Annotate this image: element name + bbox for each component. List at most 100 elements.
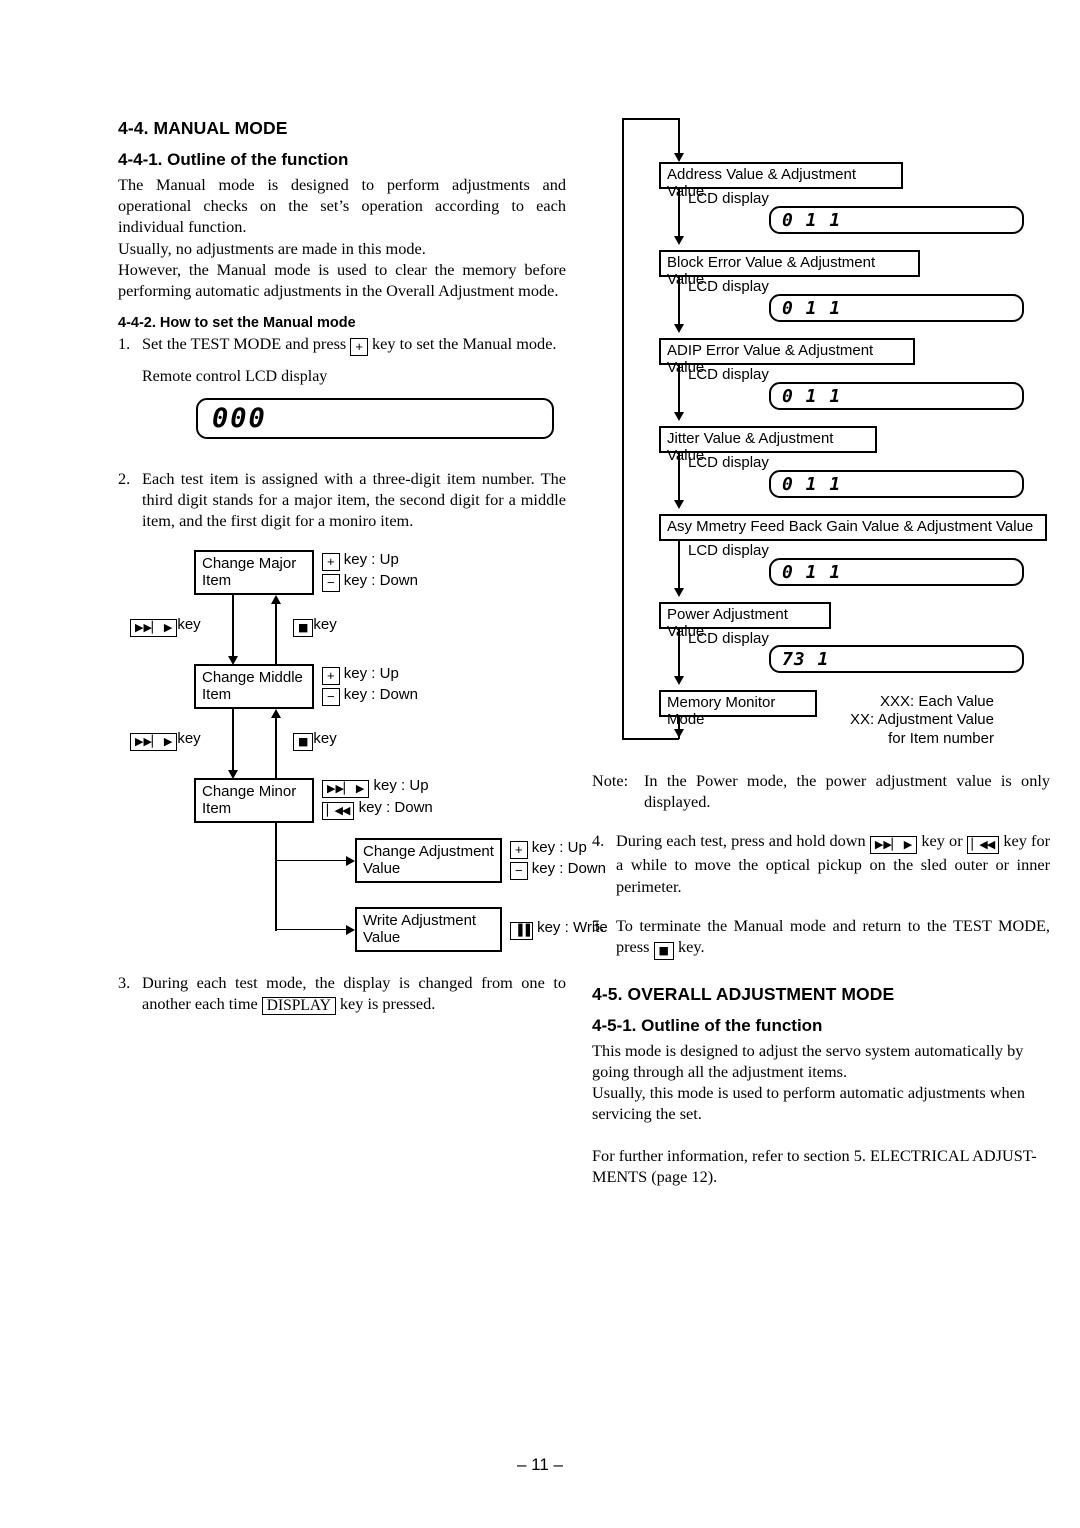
remote-lcd-wrap: 000 xyxy=(118,398,566,458)
paragraph-clear-memory: However, the Manual mode is used to clea… xyxy=(118,259,566,300)
manual-page: 4-4. MANUAL MODE 4-4-1. Outline of the f… xyxy=(0,0,1080,1528)
flow-arrowhead-6 xyxy=(674,676,684,685)
flow-entry-down xyxy=(678,118,680,156)
flowchart-legend: XXX: Each Value XX: Adjustment Value for… xyxy=(850,693,994,748)
legend-line-2: XX: Adjustment Value xyxy=(850,711,994,729)
edge-label-down-1: ▶▶▏ ▶ key xyxy=(130,615,201,637)
flow-node-block-error-value: Block Error Value & Adjustment Value xyxy=(659,250,920,288)
flow-return-top xyxy=(622,118,679,120)
page-number: – 11 – xyxy=(516,1455,563,1474)
lcd-value-1: 0 1 1 xyxy=(782,209,842,231)
keys-middle-up: + key : Up xyxy=(322,664,418,685)
keys-major-up: + key : Up xyxy=(322,550,418,571)
manual-mode-flowchart: Change Major Item + key : Up − key : Dow… xyxy=(118,549,608,952)
step-4-marker: 4. xyxy=(592,831,605,851)
step-5-text-b: key. xyxy=(678,936,705,956)
flow-arrowhead-3 xyxy=(674,412,684,421)
flow-node-change-minor-item: Change Minor Item xyxy=(194,777,314,823)
lcd-label-5: LCD display xyxy=(688,542,769,559)
section-heading-4-4: 4-4. MANUAL MODE xyxy=(118,118,288,138)
flow-edge-2 xyxy=(678,277,680,327)
keys-major-up-text: key : Up xyxy=(343,550,399,568)
flow-arrowhead-up-2 xyxy=(271,708,281,718)
edge-label-down-2-text: key xyxy=(177,729,201,747)
flow-arrowhead-right-2 xyxy=(346,924,355,935)
step-3-text-b: key is pressed. xyxy=(339,993,436,1013)
flow-branch-to-change-value xyxy=(275,859,349,862)
keys-middle-down-text: key : Down xyxy=(343,685,418,703)
flow-edge-middle-to-major xyxy=(275,601,277,664)
flow-arrowhead-1 xyxy=(674,236,684,245)
stop-key-icon: ■ xyxy=(653,941,674,960)
section-heading-4-5: 4-5. OVERALL ADJUSTMENT MODE xyxy=(592,983,895,1004)
pause-key-icon: ▐▐ xyxy=(510,921,533,940)
edge-label-up-2: ■ key xyxy=(293,729,337,751)
flow-node-change-middle-item-line1: Change Middle xyxy=(202,668,303,686)
minus-key-icon: − xyxy=(510,861,528,880)
legend-line-1: XXX: Each Value xyxy=(880,693,994,710)
left-column: 4-4. MANUAL MODE 4-4-1. Outline of the f… xyxy=(118,118,608,1016)
paragraph-overall-purpose: This mode is designed to adjust the serv… xyxy=(592,1040,1024,1082)
paragraph-further-info: For further information, refer to sectio… xyxy=(592,1145,1037,1186)
lcd-label-2: LCD display xyxy=(688,278,769,295)
lcd-value-6: 73 1 xyxy=(782,648,830,670)
flow-edge-6 xyxy=(678,629,680,679)
subsection-heading-4-5-1: 4-5-1. Outline of the function xyxy=(592,1015,823,1035)
keys-minor-up: ▶▶▏ ▶ key : Up xyxy=(322,776,433,798)
flow-arrowhead-entry xyxy=(674,153,684,162)
lcd-display-2: 0 1 1 xyxy=(769,294,1024,322)
keys-minor-item: ▶▶▏ ▶ key : Up ▏◀◀ key : Down xyxy=(322,776,433,820)
step-2-text: Each test item is assigned with a three-… xyxy=(142,469,566,531)
flow-node-power-adjustment-value: Power Adjustment Value xyxy=(659,602,831,640)
keys-minor-up-text: key : Up xyxy=(373,776,429,794)
flow-node-asymmetry-label: Asy Mmetry Feed Back Gain Value & Adjust… xyxy=(667,518,1034,535)
flow-node-memory-monitor-mode: Memory Monitor Mode xyxy=(659,690,817,728)
edge-label-up-1-text: key xyxy=(313,615,337,633)
keys-adjust-up-text: key : Up xyxy=(531,838,587,856)
paragraph-manual-mode-purpose: The Manual mode is designed to perform a… xyxy=(118,175,566,237)
subsection-heading-4-4-2: 4-4-2. How to set the Manual mode xyxy=(118,315,356,332)
lcd-label-4: LCD display xyxy=(688,454,769,471)
flow-node-change-middle-item: Change Middle Item xyxy=(194,663,314,709)
step-2: 2. Each test item is assigned with a thre… xyxy=(118,468,566,532)
lcd-label-6: LCD display xyxy=(688,630,769,647)
lcd-display-6: 73 1 xyxy=(769,645,1024,673)
flow-node-change-major-item-line1: Change Major xyxy=(202,554,297,572)
lcd-display-3: 0 1 1 xyxy=(769,382,1024,410)
step-1: 1. Set the TEST MODE and press + key to s… xyxy=(118,333,566,357)
flow-branch-trunk xyxy=(275,822,277,931)
lcd-value-3: 0 1 1 xyxy=(782,385,842,407)
keys-major-down: − key : Down xyxy=(322,571,418,592)
lcd-display-4: 0 1 1 xyxy=(769,470,1024,498)
flow-edge-minor-to-middle xyxy=(275,715,277,778)
rewind-key-icon: ▏◀◀ xyxy=(966,836,1000,855)
legend-line-3: for Item number xyxy=(888,729,994,747)
flow-node-change-major-item: Change Major Item xyxy=(194,549,314,595)
edge-label-down-2: ▶▶▏ ▶ key xyxy=(130,729,201,751)
keys-minor-down: ▏◀◀ key : Down xyxy=(322,798,433,820)
keys-major-item: + key : Up − key : Down xyxy=(322,550,418,592)
flow-node-change-middle-item-line2: Item xyxy=(202,685,232,703)
flow-edge-1 xyxy=(678,189,680,239)
flow-edge-5 xyxy=(678,541,680,591)
flow-node-change-minor-item-line1: Change Minor xyxy=(202,782,297,800)
step-4-text-mid: key or xyxy=(921,831,963,851)
flow-node-change-minor-item-line2: Item xyxy=(202,799,232,817)
flow-node-change-major-item-line2: Item xyxy=(202,571,232,589)
step-5-marker: 5. xyxy=(592,915,605,935)
manual-mode-item-flowchart: Address Value & Adjustment Value LCD dis… xyxy=(592,118,1050,752)
step-1-marker: 1. xyxy=(118,334,131,354)
keys-middle-up-text: key : Up xyxy=(343,664,399,682)
plus-key-icon: + xyxy=(322,666,340,685)
lcd-caption: Remote control LCD display xyxy=(142,368,328,386)
flow-arrowhead-up-1 xyxy=(271,594,281,604)
fast-forward-key-icon: ▶▶▏ ▶ xyxy=(130,618,178,637)
flow-edge-4 xyxy=(678,453,680,503)
plus-key-icon: + xyxy=(322,552,340,571)
lcd-display-5: 0 1 1 xyxy=(769,558,1024,586)
step-5: 5. To terminate the Manual mode and retur… xyxy=(592,915,1050,960)
remote-lcd-display: 000 xyxy=(196,398,554,440)
fast-forward-key-icon: ▶▶▏ ▶ xyxy=(130,732,178,751)
step-1-text-b: key to set the Manual mode. xyxy=(372,334,557,354)
step-4: 4. During each test, press and hold down … xyxy=(592,830,1050,896)
